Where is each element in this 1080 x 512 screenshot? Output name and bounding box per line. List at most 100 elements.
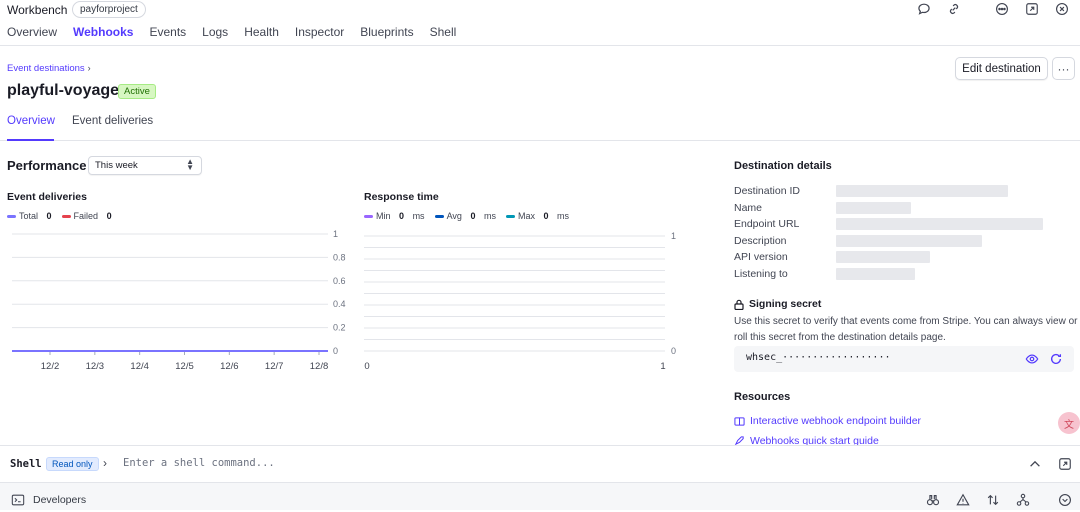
- binoculars-icon[interactable]: [926, 493, 940, 507]
- prompt-chevron-icon: ›: [103, 456, 107, 470]
- x-tick-label: 12/6: [220, 361, 239, 372]
- legend-min-label: Min: [376, 211, 391, 221]
- redacted-destination-id: [836, 185, 1008, 197]
- legend-swatch-max: [505, 214, 515, 218]
- redacted-description: [836, 235, 982, 247]
- tab-events[interactable]: Events: [149, 25, 186, 39]
- breadcrumb-link[interactable]: Event destinations: [7, 63, 85, 74]
- details-title: Destination details: [734, 160, 832, 172]
- x-tick-label: 0: [364, 361, 369, 372]
- x-tick-label: 12/2: [41, 361, 60, 372]
- x-tick-label: 12/4: [130, 361, 149, 372]
- tab-logs[interactable]: Logs: [202, 25, 228, 39]
- x-tick-label: 1: [660, 361, 665, 372]
- legend-max-unit: ms: [557, 211, 570, 221]
- link-icon[interactable]: [947, 2, 961, 16]
- legend-total-label: Total: [19, 211, 39, 221]
- chevron-right-icon: ›: [87, 63, 91, 73]
- redacted-listening-to: [836, 268, 915, 280]
- y-tick-label: 0.4: [333, 299, 346, 309]
- legend-min: Min 0 ms: [364, 211, 425, 221]
- signing-secret-value: whsec_··················: [746, 352, 891, 363]
- performance-title: Performance: [7, 158, 87, 173]
- redacted-api-version: [836, 251, 930, 263]
- more-icon[interactable]: [995, 2, 1009, 16]
- tab-shell[interactable]: Shell: [430, 25, 457, 39]
- refresh-icon[interactable]: [1049, 352, 1063, 366]
- developers-bar[interactable]: Developers: [0, 482, 1080, 510]
- developers-label[interactable]: Developers: [33, 494, 86, 506]
- legend-avg-value: 0: [470, 211, 476, 221]
- expand-panel-icon[interactable]: [1058, 457, 1072, 471]
- legend-avg-label: Avg: [446, 211, 462, 221]
- chevron-down-circle-icon[interactable]: [1058, 493, 1072, 507]
- chat-icon[interactable]: [917, 2, 931, 16]
- status-badge: Active: [118, 84, 156, 99]
- y-tick-label: 0.8: [333, 252, 346, 262]
- legend-failed-value: 0: [106, 211, 112, 221]
- book-icon: [734, 416, 745, 426]
- y-tick-label: 0.6: [333, 276, 346, 286]
- tab-webhooks[interactable]: Webhooks: [73, 25, 133, 39]
- read-only-badge: Read only: [46, 457, 99, 471]
- detail-label-description: Description: [734, 235, 787, 247]
- page-title: playful-voyage: [7, 82, 120, 99]
- deliveries-legend: Total 0 Failed 0: [7, 211, 112, 221]
- legend-max-value: 0: [543, 211, 549, 221]
- app-title: Workbench: [7, 3, 68, 17]
- main-nav: Overview Webhooks Events Logs Health Ins…: [7, 25, 472, 39]
- sort-arrows-icon[interactable]: [986, 493, 1000, 507]
- shell-input[interactable]: [123, 457, 623, 469]
- chevron-up-icon[interactable]: [1028, 457, 1042, 471]
- detail-label-endpoint-url: Endpoint URL: [734, 218, 800, 230]
- tab-health[interactable]: Health: [244, 25, 279, 39]
- detail-label-destination-id: Destination ID: [734, 185, 800, 197]
- resource-link-label[interactable]: Webhooks quick start guide: [750, 436, 879, 445]
- y-tick-label: 0.2: [333, 323, 346, 333]
- top-bar: Workbench payforproject Overview Webhook…: [0, 0, 1080, 46]
- redacted-endpoint-url: [836, 218, 1043, 230]
- shell-bar: Shell Read only ›: [0, 445, 1080, 482]
- x-tick-label: 12/7: [265, 361, 284, 372]
- edit-destination-button[interactable]: Edit destination: [955, 57, 1048, 80]
- legend-avg-unit: ms: [483, 211, 496, 221]
- response-chart: 100 1: [364, 231, 676, 372]
- active-tab-indicator: [7, 139, 54, 141]
- tab-event-deliveries[interactable]: Event deliveries: [72, 115, 153, 127]
- workflow-icon[interactable]: [1016, 493, 1030, 507]
- tab-inspector[interactable]: Inspector: [295, 25, 344, 39]
- project-badge[interactable]: payforproject: [72, 1, 146, 18]
- tab-destination-overview[interactable]: Overview: [7, 115, 55, 127]
- detail-label-name: Name: [734, 202, 763, 214]
- warning-icon[interactable]: [956, 493, 970, 507]
- tab-blueprints[interactable]: Blueprints: [360, 25, 413, 39]
- legend-avg: Avg 0 ms: [434, 211, 496, 221]
- signing-secret-title: Signing secret: [734, 298, 821, 310]
- y-tick-label: 1: [671, 231, 676, 241]
- close-icon[interactable]: [1055, 2, 1069, 16]
- tab-overview[interactable]: Overview: [7, 25, 57, 39]
- eye-icon[interactable]: [1025, 352, 1039, 366]
- x-tick-label: 12/5: [175, 361, 194, 372]
- legend-swatch-min: [364, 214, 373, 218]
- resource-link-endpoint-builder[interactable]: Interactive webhook endpoint builder: [734, 415, 921, 427]
- time-range-value: This week: [95, 160, 138, 171]
- updown-chevron-icon: ▲ ▼: [186, 157, 194, 172]
- resource-link-label[interactable]: Interactive webhook endpoint builder: [750, 415, 921, 427]
- legend-max-label: Max: [517, 211, 535, 221]
- y-tick-label: 0: [333, 346, 338, 356]
- time-range-select[interactable]: This week ▲ ▼: [88, 156, 202, 175]
- signing-secret-field: whsec_··················: [734, 346, 1074, 372]
- legend-min-unit: ms: [412, 211, 425, 221]
- resource-link-quick-start[interactable]: Webhooks quick start guide: [734, 436, 879, 445]
- legend-max: Max 0 ms: [505, 211, 570, 221]
- signing-secret-description: Use this secret to verify that events co…: [734, 316, 1078, 343]
- legend-failed-label: Failed: [73, 211, 99, 221]
- breadcrumb[interactable]: Event destinations ›: [7, 63, 91, 74]
- deliveries-chart: 1 0.8 0.6 0.4 0.2 0 12/2 12/3 12/4 12/5 12/6 12/7 12…: [12, 229, 346, 372]
- expand-icon[interactable]: [1025, 2, 1039, 16]
- detail-label-listening-to: Listening to: [734, 268, 788, 280]
- more-options-button[interactable]: ···: [1052, 57, 1075, 80]
- translate-icon[interactable]: 文: [1058, 412, 1080, 434]
- redacted-name: [836, 202, 911, 214]
